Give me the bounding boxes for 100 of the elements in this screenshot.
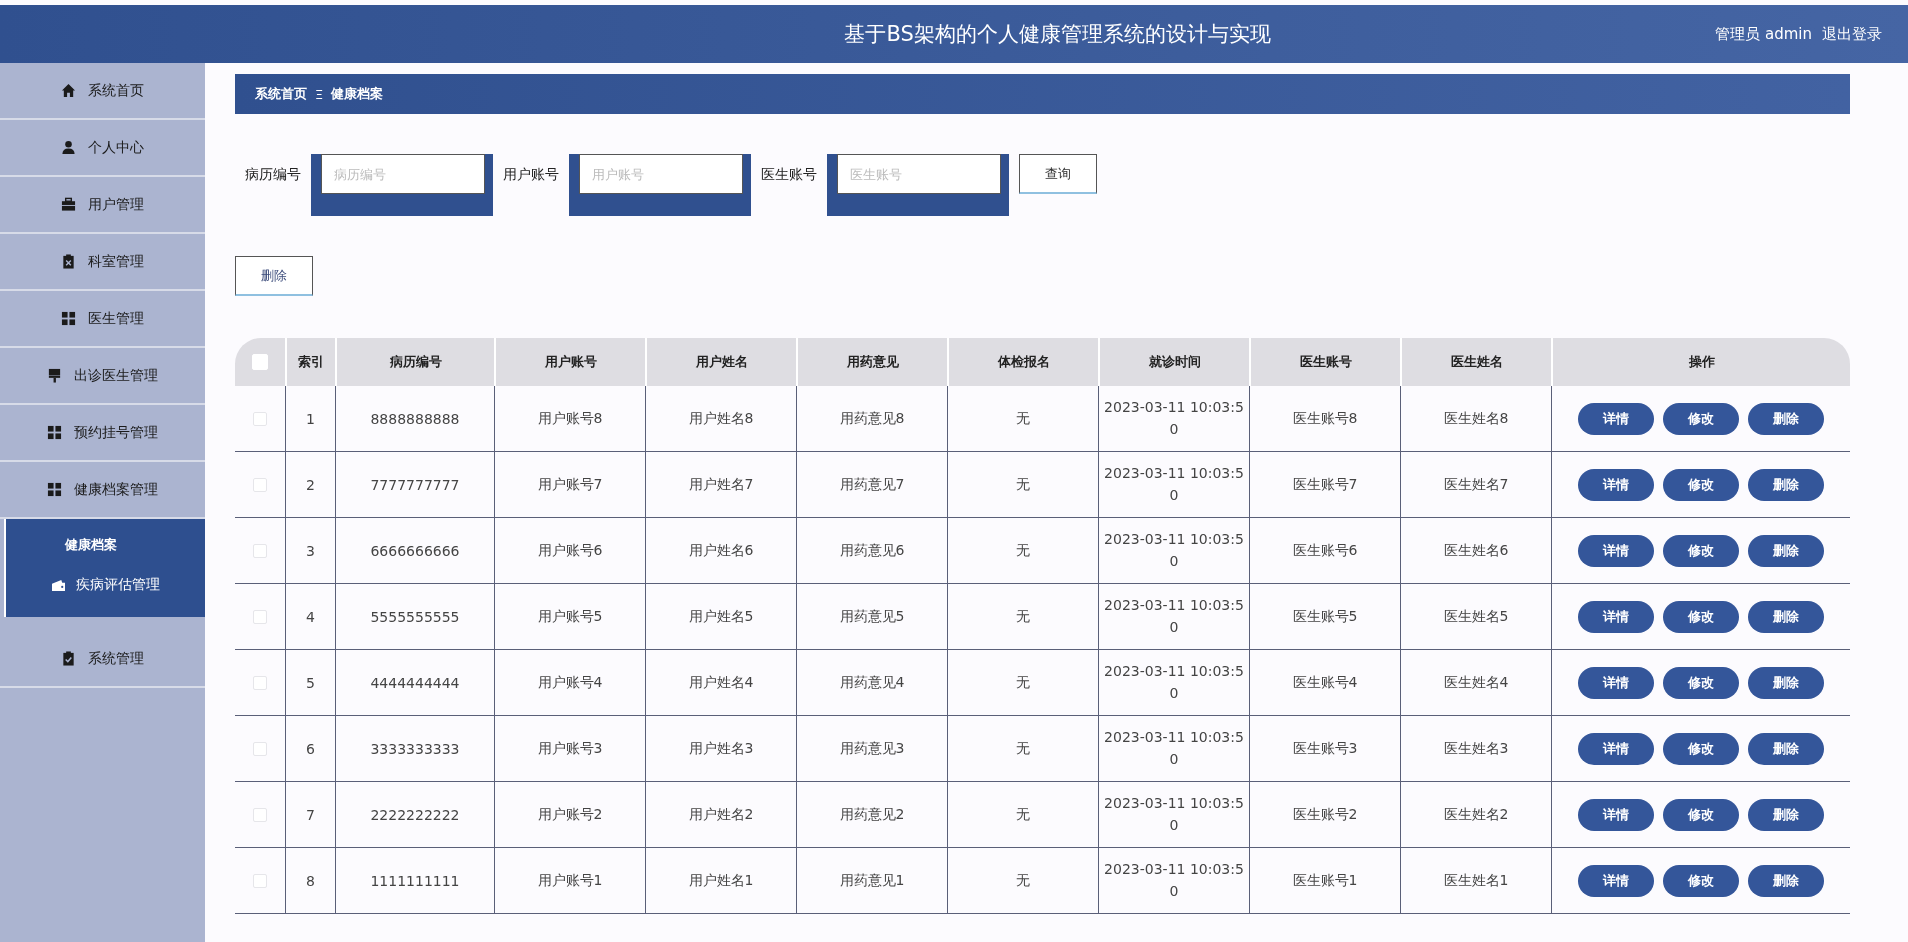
row-action-button[interactable]: 删除 — [1748, 402, 1824, 435]
table-cell: 用户姓名8 — [645, 386, 796, 451]
row-checkbox[interactable] — [253, 543, 267, 558]
table-cell: 用户账号7 — [494, 452, 645, 517]
menu-item[interactable]: 系统管理 — [0, 631, 205, 688]
row-checkbox[interactable] — [253, 741, 267, 756]
table-cell: 用户姓名5 — [645, 584, 796, 649]
table-cell: 医生账号7 — [1249, 452, 1400, 517]
row-action-button[interactable]: 修改 — [1663, 402, 1739, 435]
table-cell: 用药意见3 — [796, 716, 947, 781]
row-action-button[interactable]: 修改 — [1663, 732, 1739, 765]
row-checkbox[interactable] — [253, 609, 267, 624]
table-cell: 医生账号2 — [1249, 782, 1400, 847]
row-action-button[interactable]: 删除 — [1748, 666, 1824, 699]
row-action-button[interactable]: 删除 — [1748, 864, 1824, 897]
menu-item[interactable]: 科室管理 — [0, 234, 205, 291]
search-field[interactable]: 用户账号 — [579, 154, 743, 194]
menu-item[interactable]: 用户管理 — [0, 177, 205, 234]
table-cell: 8 — [285, 848, 335, 913]
user-icon — [61, 140, 76, 155]
table-cell: 3333333333 — [335, 716, 494, 781]
table-cell: 用户姓名1 — [645, 848, 796, 913]
column-header: 操作 — [1551, 338, 1850, 386]
table-cell: 用药意见5 — [796, 584, 947, 649]
row-action-button[interactable]: 修改 — [1663, 534, 1739, 567]
menu-item[interactable]: 出诊医生管理 — [0, 348, 205, 405]
menu-item[interactable]: 医生管理 — [0, 291, 205, 348]
row-action-button[interactable]: 删除 — [1748, 798, 1824, 831]
table-cell: 2023-03-11 10:03:50 — [1098, 782, 1249, 847]
select-all-checkbox[interactable] — [252, 354, 268, 370]
row-action-button[interactable]: 详情 — [1578, 864, 1654, 897]
row-action-button[interactable]: 详情 — [1578, 468, 1654, 501]
table-cell: 医生姓名3 — [1400, 716, 1551, 781]
grid-icon — [61, 311, 76, 326]
table-cell: 5 — [285, 650, 335, 715]
logout-link[interactable]: 退出登录 — [1822, 24, 1882, 44]
breadcrumb-link[interactable]: 系统首页 — [255, 85, 307, 103]
row-checkbox[interactable] — [253, 873, 267, 888]
table-cell: 2222222222 — [335, 782, 494, 847]
column-header: 用户姓名 — [645, 338, 796, 386]
row-action-button[interactable]: 修改 — [1663, 600, 1739, 633]
search-field[interactable]: 病历编号 — [321, 154, 485, 194]
column-header: 用药意见 — [796, 338, 947, 386]
query-button[interactable]: 查询 — [1019, 154, 1097, 194]
app-title: 基于BS架构的个人健康管理系统的设计与实现 — [843, 21, 1272, 48]
table-cell: 用户账号8 — [494, 386, 645, 451]
grid-icon — [47, 482, 62, 497]
search-field[interactable]: 医生账号 — [837, 154, 1001, 194]
menu-item[interactable]: 预约挂号管理 — [0, 405, 205, 462]
row-action-button[interactable]: 详情 — [1578, 798, 1654, 831]
menu-item[interactable]: 个人中心 — [0, 120, 205, 177]
column-header: 医生姓名 — [1400, 338, 1551, 386]
row-action-button[interactable]: 删除 — [1748, 468, 1824, 501]
row-checkbox[interactable] — [253, 807, 267, 822]
row-checkbox[interactable] — [253, 477, 267, 492]
table-cell: 用户姓名2 — [645, 782, 796, 847]
submenu-item[interactable]: 疾病评估管理 — [6, 565, 205, 605]
table-cell: 无 — [947, 782, 1098, 847]
row-action-button[interactable]: 详情 — [1578, 600, 1654, 633]
row-action-button[interactable]: 删除 — [1748, 534, 1824, 567]
column-header: 医生账号 — [1249, 338, 1400, 386]
table-cell: 医生姓名2 — [1400, 782, 1551, 847]
table-cell: 6666666666 — [335, 518, 494, 583]
row-action-button[interactable]: 修改 — [1663, 864, 1739, 897]
table-cell: 无 — [947, 518, 1098, 583]
table-cell: 医生姓名6 — [1400, 518, 1551, 583]
breadcrumb-link[interactable]: 健康档案 — [331, 85, 384, 103]
stand-icon — [47, 368, 62, 383]
wallet-icon — [51, 578, 66, 592]
row-checkbox[interactable] — [253, 675, 267, 690]
row-action-button[interactable]: 修改 — [1663, 666, 1739, 699]
delete-button[interactable]: 删除 — [235, 256, 313, 296]
table-cell: 用户账号1 — [494, 848, 645, 913]
table-cell: 2023-03-11 10:03:50 — [1098, 386, 1249, 451]
table-cell: 医生姓名8 — [1400, 386, 1551, 451]
table-cell: 无 — [947, 452, 1098, 517]
row-action-button[interactable]: 详情 — [1578, 402, 1654, 435]
table-cell: 无 — [947, 584, 1098, 649]
table-cell: 1111111111 — [335, 848, 494, 913]
clipboard-x-icon — [61, 254, 76, 269]
menu-item[interactable]: 系统首页 — [0, 63, 205, 120]
row-action-button[interactable]: 详情 — [1578, 666, 1654, 699]
row-action-button[interactable]: 详情 — [1578, 534, 1654, 567]
row-action-button[interactable]: 修改 — [1663, 468, 1739, 501]
row-action-button[interactable]: 修改 — [1663, 798, 1739, 831]
field-label: 医生账号 — [761, 166, 817, 184]
table-cell: 用户姓名7 — [645, 452, 796, 517]
table-cell: 用户账号3 — [494, 716, 645, 781]
row-action-button[interactable]: 详情 — [1578, 732, 1654, 765]
row-action-button[interactable]: 删除 — [1748, 732, 1824, 765]
table-cell: 医生账号8 — [1249, 386, 1400, 451]
submenu-item[interactable]: 健康档案 — [6, 525, 205, 565]
row-checkbox[interactable] — [253, 411, 267, 426]
row-action-button[interactable]: 删除 — [1748, 600, 1824, 633]
table-cell: 2023-03-11 10:03:50 — [1098, 518, 1249, 583]
grid-icon — [47, 425, 62, 440]
table-cell: 医生姓名1 — [1400, 848, 1551, 913]
table-cell: 3 — [285, 518, 335, 583]
table-cell: 用户账号6 — [494, 518, 645, 583]
table-cell: 5555555555 — [335, 584, 494, 649]
